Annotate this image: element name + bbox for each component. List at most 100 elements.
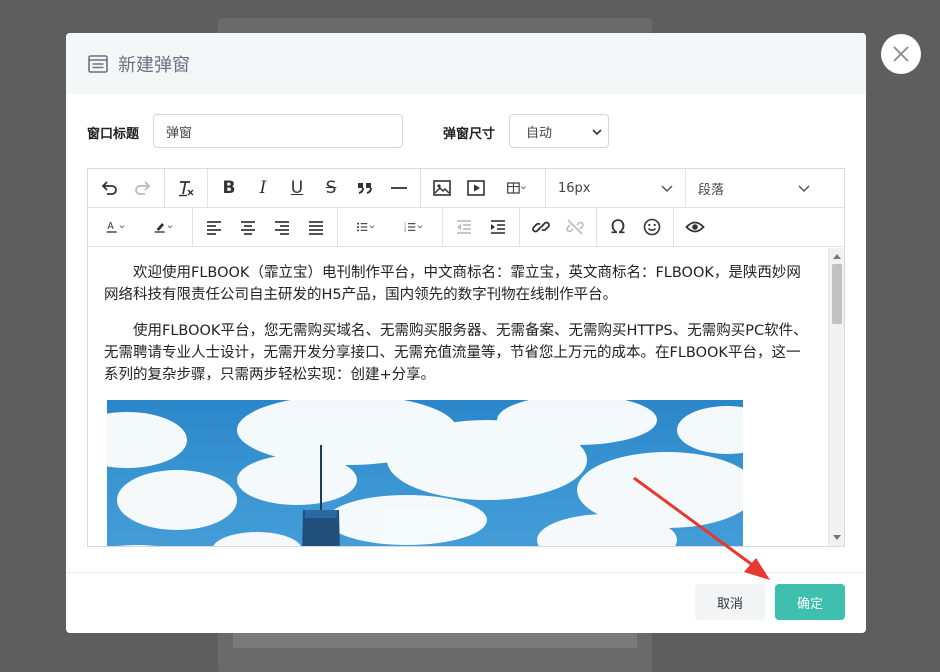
dialog-footer: 取消 确定	[66, 572, 866, 633]
underline-icon: U	[290, 178, 304, 198]
video-icon	[467, 180, 485, 196]
toolbar-row-2: A 1 2 3 Ω	[88, 208, 844, 247]
italic-icon: I	[259, 178, 267, 198]
unlink-icon	[566, 219, 584, 235]
preview-button[interactable]	[678, 208, 712, 246]
dialog-header: 新建弹窗	[66, 33, 866, 94]
align-justify-icon	[309, 221, 323, 235]
bold-icon: B	[222, 178, 236, 198]
redo-button[interactable]	[126, 169, 160, 207]
horizontal-line-icon	[391, 187, 407, 189]
scroll-down-arrow-icon[interactable]	[833, 535, 841, 540]
align-justify-button[interactable]	[299, 208, 333, 246]
insert-link-button[interactable]	[524, 208, 558, 246]
chevron-down-icon	[798, 185, 810, 193]
toolbar-group-insert	[421, 169, 546, 207]
toolbar-group-links	[520, 208, 597, 246]
block-format-select[interactable]: 段落	[686, 169, 826, 207]
quote-icon	[358, 183, 372, 194]
svg-text:3: 3	[404, 229, 406, 233]
font-color-icon: A	[106, 221, 125, 233]
image-icon	[433, 180, 451, 196]
dialog-title: 新建弹窗	[118, 54, 190, 76]
block-format-value: 段落	[698, 182, 725, 198]
font-size-value: 16px	[558, 180, 591, 196]
align-center-icon	[241, 221, 255, 235]
scroll-up-arrow-icon[interactable]	[833, 254, 841, 259]
window-title-label: 窗口标题	[87, 127, 140, 142]
clear-format-button[interactable]	[169, 169, 203, 207]
cancel-button[interactable]: 取消	[695, 584, 765, 620]
rich-text-editor: B I U S 16px 段落 A 1 2 3 Ω 欢迎使用FLBOOK（霏立宝…	[87, 168, 845, 547]
special-character-button[interactable]: Ω	[601, 208, 635, 246]
indent-icon	[491, 220, 505, 234]
close-dialog-button[interactable]	[881, 34, 921, 74]
strikethrough-icon: S	[325, 178, 337, 198]
toolbar-group-indent	[443, 208, 520, 246]
eye-icon	[685, 221, 705, 233]
bullet-list-button[interactable]	[342, 208, 390, 246]
bold-button[interactable]: B	[212, 169, 246, 207]
window-icon	[88, 54, 108, 73]
remove-link-button[interactable]	[558, 208, 592, 246]
popup-size-select[interactable]: 自动	[509, 114, 609, 148]
chevron-down-icon	[661, 185, 673, 193]
numbered-list-button[interactable]: 123	[390, 208, 438, 246]
svg-text:A: A	[107, 221, 114, 232]
align-right-button[interactable]	[265, 208, 299, 246]
scrollbar-thumb[interactable]	[832, 264, 842, 324]
editor-content[interactable]: 欢迎使用FLBOOK（霏立宝）电刊制作平台，中文商标名：霏立宝，英文商标名：FL…	[88, 248, 828, 546]
popup-size-label: 弹窗尺寸	[443, 127, 496, 142]
window-title-input[interactable]	[153, 114, 403, 148]
undo-button[interactable]	[92, 169, 126, 207]
toolbar-group-clear	[165, 169, 208, 207]
table-icon	[507, 182, 526, 194]
insert-video-button[interactable]	[459, 169, 493, 207]
outdent-icon	[457, 220, 471, 234]
toolbar-row-1: B I U S 16px 段落	[88, 169, 844, 208]
sky-photo	[107, 400, 743, 546]
highlighter-icon	[154, 223, 173, 233]
toolbar-group-align	[193, 208, 338, 246]
insert-image-button[interactable]	[425, 169, 459, 207]
align-left-button[interactable]	[197, 208, 231, 246]
font-color-button[interactable]: A	[92, 208, 140, 246]
emoji-icon	[643, 218, 661, 236]
confirm-button[interactable]: 确定	[775, 584, 845, 620]
insert-table-button[interactable]	[493, 169, 541, 207]
highlight-color-button[interactable]	[140, 208, 188, 246]
popup-size-value: 自动	[526, 125, 553, 141]
italic-button[interactable]: I	[246, 169, 280, 207]
editor-scrollbar[interactable]	[828, 248, 844, 546]
close-icon	[893, 46, 909, 62]
strikethrough-button[interactable]: S	[314, 169, 348, 207]
emoji-button[interactable]	[635, 208, 669, 246]
toolbar-group-special: Ω	[597, 208, 674, 246]
toolbar-group-history	[88, 169, 165, 207]
content-paragraph: 使用FLBOOK平台，您无需购买域名、无需购买服务器、无需备案、无需购买HTTP…	[104, 323, 808, 383]
align-right-icon	[275, 221, 289, 235]
font-size-select[interactable]: 16px	[546, 169, 686, 207]
numbered-list-icon: 123	[404, 222, 423, 233]
underline-button[interactable]: U	[280, 169, 314, 207]
indent-button[interactable]	[481, 208, 515, 246]
blockquote-button[interactable]	[348, 169, 382, 207]
form-row: 窗口标题 弹窗尺寸 自动	[66, 114, 866, 148]
clear-format-icon	[179, 181, 194, 197]
toolbar-group-colors: A	[88, 208, 193, 246]
align-center-button[interactable]	[231, 208, 265, 246]
new-popup-dialog: 新建弹窗 窗口标题 弹窗尺寸 自动	[66, 33, 866, 633]
undo-icon	[101, 181, 117, 195]
toolbar-group-text-style: B I U S	[208, 169, 421, 207]
align-left-icon	[207, 221, 221, 235]
outdent-button[interactable]	[447, 208, 481, 246]
omega-icon: Ω	[610, 216, 626, 238]
bullet-list-icon	[357, 222, 375, 232]
content-paragraph: 欢迎使用FLBOOK（霏立宝）电刊制作平台，中文商标名：霏立宝，英文商标名：FL…	[104, 265, 801, 303]
link-icon	[532, 221, 550, 233]
content-image	[107, 400, 743, 546]
horizontal-rule-button[interactable]	[382, 169, 416, 207]
chevron-down-icon	[592, 129, 602, 136]
toolbar-group-preview	[674, 208, 716, 246]
redo-icon	[135, 181, 151, 195]
